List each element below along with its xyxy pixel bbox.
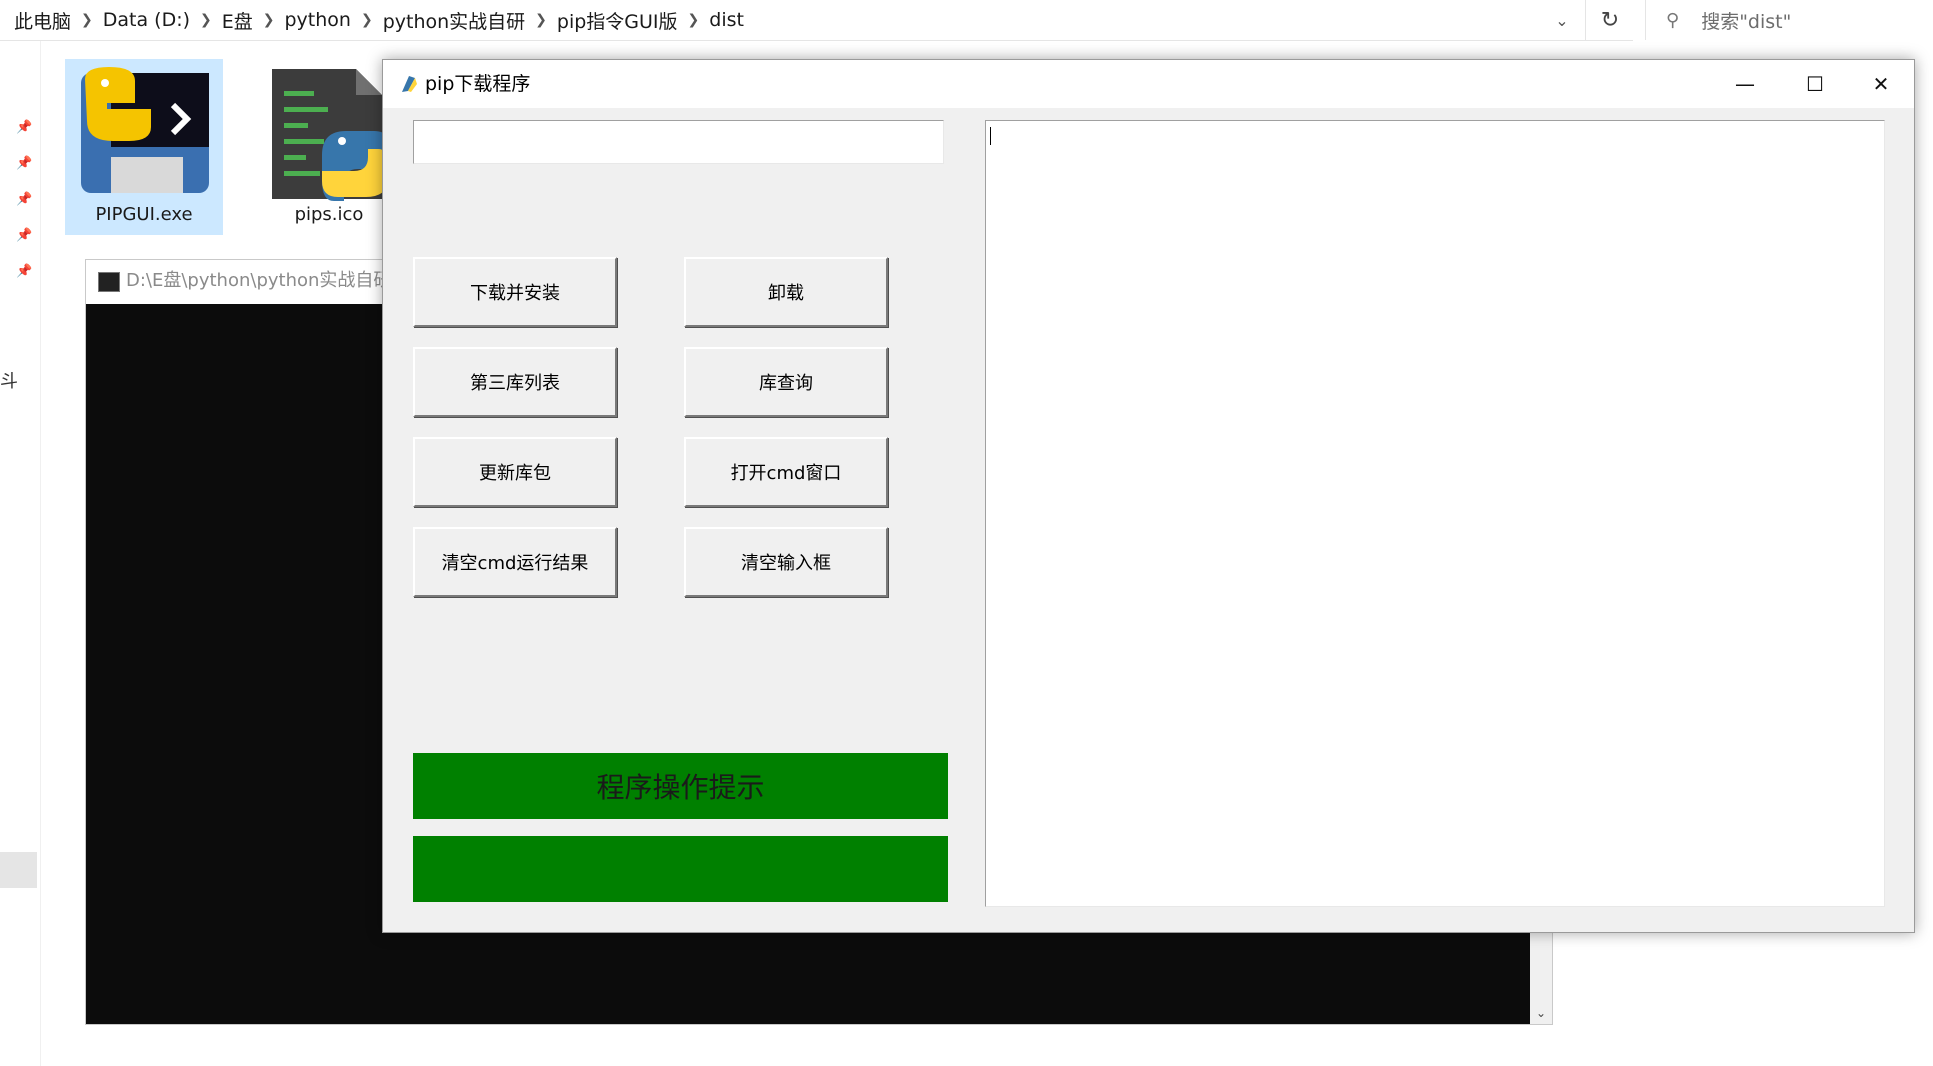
breadcrumb-item-this-pc[interactable]: 此电脑 [14,7,71,34]
output-text-area[interactable] [985,120,1885,907]
title-bar[interactable]: pip下载程序 — ☐ ✕ [383,60,1914,108]
close-button[interactable]: ✕ [1846,60,1916,108]
address-bar: 此电脑 ❯ Data (D:) ❯ E盘 ❯ python ❯ python实战… [0,0,1791,41]
search-icon: ⚲ [1666,9,1680,31]
chevron-right-icon: ❯ [360,12,373,28]
python-script-icon [272,69,390,201]
breadcrumb-item-python[interactable]: python [285,9,351,31]
text-caret [990,127,991,145]
breadcrumb: 此电脑 ❯ Data (D:) ❯ E盘 ❯ python ❯ python实战… [14,0,744,40]
python-feather-icon [402,76,417,92]
chevron-down-icon[interactable]: ⌄ [1540,0,1584,40]
uninstall-button[interactable]: 卸载 [684,257,888,327]
search-placeholder: 搜索"dist" [1701,10,1792,33]
window-title: pip下载程序 [425,73,531,95]
pin-icon[interactable]: 📌 [16,156,32,171]
pip-download-window: pip下载程序 — ☐ ✕ 下载并安装 卸载 第三库列表 库查询 更新库包 打开… [382,59,1915,933]
list-packages-button[interactable]: 第三库列表 [413,347,617,417]
breadcrumb-item-data-d[interactable]: Data (D:) [103,9,190,31]
pin-icon[interactable]: 📌 [16,264,32,279]
query-package-button[interactable]: 库查询 [684,347,888,417]
console-app-icon [98,272,120,292]
chevron-right-icon: ❯ [535,12,547,28]
breadcrumb-item-dist[interactable]: dist [709,9,744,31]
hint-label-bar: 程序操作提示 [413,753,948,819]
breadcrumb-item-e-drive[interactable]: E盘 [222,7,253,34]
pin-icon[interactable]: 📌 [16,192,32,207]
pin-icon[interactable]: 📌 [16,228,32,243]
file-pipgui-exe[interactable]: PIPGUI.exe [65,59,223,235]
search-box[interactable]: ⚲ 搜索"dist" [1645,0,1933,40]
chevron-right-icon: ❯ [687,12,700,28]
install-button[interactable]: 下载并安装 [413,257,617,327]
minimize-button[interactable]: — [1710,60,1780,108]
status-bar [413,836,948,902]
clear-input-button[interactable]: 清空输入框 [684,527,888,597]
console-title: D:\E盘\python\python实战自研 [126,270,392,291]
breadcrumb-item-python-project[interactable]: python实战自研 [383,7,525,34]
nav-item-partial[interactable]: 斗 [0,367,18,393]
pin-icon[interactable]: 📌 [16,120,32,135]
chevron-right-icon: ❯ [200,12,212,28]
clear-result-button[interactable]: 清空cmd运行结果 [413,527,617,597]
chevron-right-icon: ❯ [262,12,275,28]
python-launcher-icon [81,67,209,193]
breadcrumb-item-pip-gui[interactable]: pip指令GUI版 [557,7,678,34]
maximize-button[interactable]: ☐ [1780,60,1850,108]
update-package-button[interactable]: 更新库包 [413,437,617,507]
nav-item-selected[interactable] [0,852,37,888]
chevron-down-icon[interactable]: ⌄ [1530,1002,1552,1024]
chevron-right-icon: ❯ [81,12,93,28]
package-name-input[interactable] [413,120,944,164]
open-cmd-button[interactable]: 打开cmd窗口 [684,437,888,507]
hint-label: 程序操作提示 [596,771,765,804]
file-label: PIPGUI.exe [95,204,193,225]
refresh-icon[interactable]: ↻ [1585,0,1634,40]
